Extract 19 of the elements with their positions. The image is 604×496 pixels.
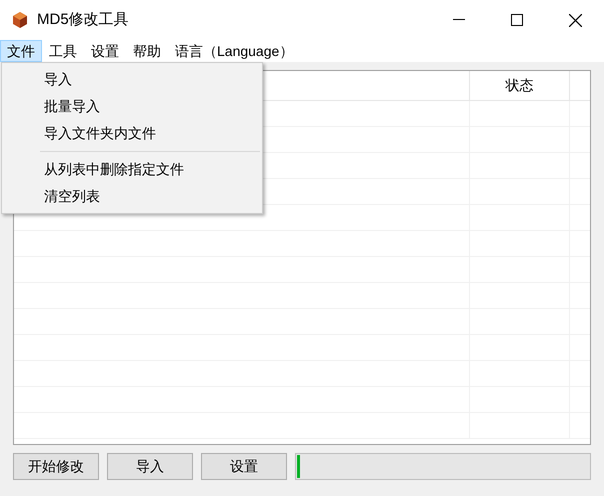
action-button[interactable]: 设置 xyxy=(201,453,287,480)
maximize-icon xyxy=(511,14,523,26)
menu-item[interactable]: 工具 xyxy=(42,40,84,62)
dropdown-item[interactable]: 从列表中删除指定文件 xyxy=(2,156,262,183)
dropdown-item[interactable]: 清空列表 xyxy=(2,183,262,210)
menu-item[interactable]: 文件 xyxy=(0,40,42,62)
window-title: MD5修改工具 xyxy=(37,10,129,30)
close-icon xyxy=(568,14,582,26)
menu-item[interactable]: 设置 xyxy=(84,40,126,62)
menu-item[interactable]: 语言（Language） xyxy=(168,40,300,62)
cube-icon xyxy=(11,11,29,29)
minimize-icon xyxy=(453,19,465,21)
column-header[interactable]: 状态 xyxy=(470,71,570,100)
action-button[interactable]: 开始修改 xyxy=(13,453,99,480)
dropdown-item[interactable]: 导入 xyxy=(2,66,262,93)
menu-item[interactable]: 帮助 xyxy=(126,40,168,62)
action-button[interactable]: 导入 xyxy=(107,453,193,480)
dropdown-item[interactable]: 导入文件夹内文件 xyxy=(2,120,262,147)
dropdown-item[interactable]: 批量导入 xyxy=(2,93,262,120)
